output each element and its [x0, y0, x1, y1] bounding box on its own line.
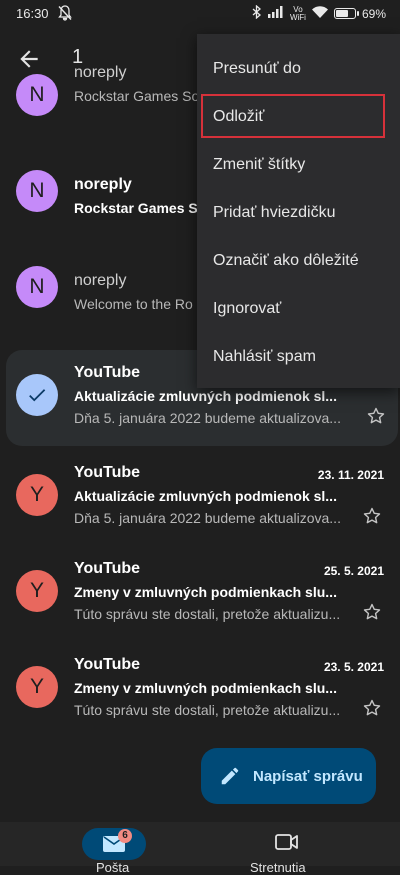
snippet: Túto správu ste dostali, pretože aktuali…: [74, 702, 341, 718]
snippet: Túto správu ste dostali, pretože aktuali…: [74, 606, 341, 622]
star-icon[interactable]: [366, 406, 386, 426]
selected-check-avatar[interactable]: [16, 374, 58, 416]
email-row[interactable]: Y YouTube 23. 5. 2021 Zmeny v zmluvných …: [0, 642, 400, 738]
menu-item-move-to[interactable]: Presunúť do: [197, 45, 400, 93]
menu-item-add-star[interactable]: Pridať hviezdičku: [197, 189, 400, 237]
subject: Zmeny v zmluvných podmienkach slu...: [74, 680, 337, 696]
menu-item-mute[interactable]: Ignorovať: [197, 285, 400, 333]
battery-icon: [333, 8, 359, 19]
avatar: N: [16, 266, 58, 308]
compose-label: Napísať správu: [253, 767, 363, 785]
compose-button[interactable]: Napísať správu: [201, 748, 376, 804]
nav-meet-label: Stretnutia: [250, 860, 306, 875]
video-camera-icon[interactable]: [275, 832, 299, 852]
nav-mail-tab[interactable]: 6: [82, 828, 146, 860]
email-row[interactable]: Y YouTube 23. 11. 2021 Aktualizácie zmlu…: [0, 450, 400, 546]
bluetooth-icon: [252, 4, 262, 22]
sender: YouTube: [74, 364, 141, 381]
sender: YouTube: [74, 560, 141, 577]
battery-percent: 69%: [361, 6, 386, 21]
sender: noreply: [74, 64, 127, 81]
star-icon[interactable]: [362, 602, 382, 622]
avatar: Y: [16, 570, 58, 612]
email-date: 23. 11. 2021: [317, 468, 384, 482]
avatar: N: [16, 170, 58, 212]
sender: noreply: [74, 272, 127, 289]
sender: YouTube: [74, 464, 141, 481]
subject: Zmeny v zmluvných podmienkach slu...: [74, 584, 337, 600]
avatar: Y: [16, 666, 58, 708]
nav-mail-label: Pošta: [96, 860, 130, 875]
avatar: N: [16, 74, 58, 116]
menu-item-change-labels[interactable]: Zmeniť štítky: [197, 141, 400, 189]
email-date: 25. 5. 2021: [323, 564, 384, 578]
pencil-icon: [221, 767, 239, 785]
sender: YouTube: [74, 656, 141, 673]
subject: Aktualizácie zmluvných podmienok sl...: [74, 488, 337, 504]
snippet: Dňa 5. januára 2022 budeme aktualizova..…: [74, 510, 341, 526]
checkmark-icon: [29, 389, 46, 402]
snippet: Dňa 5. januára 2022 budeme aktualizova..…: [74, 410, 341, 426]
email-row[interactable]: Y YouTube 25. 5. 2021 Zmeny v zmluvných …: [0, 546, 400, 642]
sender: noreply: [74, 176, 132, 193]
status-bar: 16:30 Vo WiFi 69%: [0, 0, 400, 28]
menu-item-report-spam[interactable]: Nahlásiť spam: [197, 333, 400, 381]
status-time: 16:30: [16, 6, 49, 21]
avatar: Y: [16, 474, 58, 516]
notifications-muted-icon: [58, 5, 72, 24]
subject: Aktualizácie zmluvných podmienok sl...: [74, 388, 337, 404]
bottom-navigation: 6 Pošta Stretnutia: [0, 822, 400, 875]
menu-item-mark-important[interactable]: Označiť ako dôležité: [197, 237, 400, 285]
star-icon[interactable]: [362, 506, 382, 526]
wifi-icon: [311, 6, 328, 21]
unread-badge: 6: [118, 829, 132, 843]
signal-icon: [267, 6, 284, 21]
email-date: 23. 5. 2021: [323, 660, 384, 674]
overflow-menu: Presunúť do Odložiť Zmeniť štítky Pridať…: [197, 34, 400, 388]
vowifi-indicator: Vo WiFi: [289, 4, 306, 22]
star-icon[interactable]: [362, 698, 382, 718]
highlight-annotation-box: [201, 94, 385, 138]
